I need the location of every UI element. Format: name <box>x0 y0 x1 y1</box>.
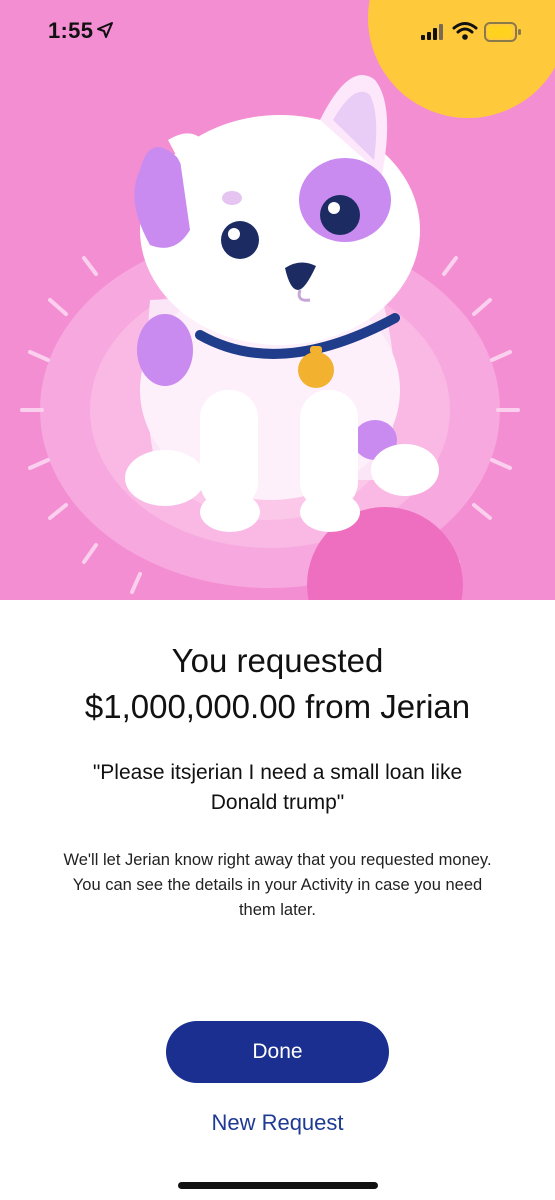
request-note-line1: "Please itsjerian I need a small loan li… <box>92 761 463 784</box>
request-title: You requested $1,000,000.00 from Jerian <box>0 638 555 730</box>
request-amount-line: $1,000,000.00 from Jerian <box>84 688 471 725</box>
done-button[interactable]: Done <box>166 1021 389 1083</box>
battery-icon <box>484 22 521 42</box>
wifi-icon <box>452 22 478 40</box>
request-note: "Please itsjerian I need a small loan li… <box>40 758 515 818</box>
request-note-line2: Donald trump" <box>210 791 345 814</box>
info-text-line2: You can see the details in your Activity… <box>72 876 483 894</box>
info-text: We'll let Jerian know right away that yo… <box>30 848 525 923</box>
info-text-line3: them later. <box>238 901 317 919</box>
cellular-signal-icon <box>421 24 443 40</box>
status-time: 1:55 <box>48 18 94 43</box>
info-text-line1: We'll let Jerian know right away that yo… <box>63 851 492 869</box>
status-bar: 1:55 <box>0 0 555 64</box>
new-request-link[interactable]: New Request <box>0 1110 555 1136</box>
hero-illustration <box>0 0 555 600</box>
location-arrow-icon <box>97 22 113 38</box>
home-indicator[interactable] <box>178 1182 378 1189</box>
request-title-line1: You requested <box>171 642 384 679</box>
puppy-illustration <box>20 0 555 600</box>
